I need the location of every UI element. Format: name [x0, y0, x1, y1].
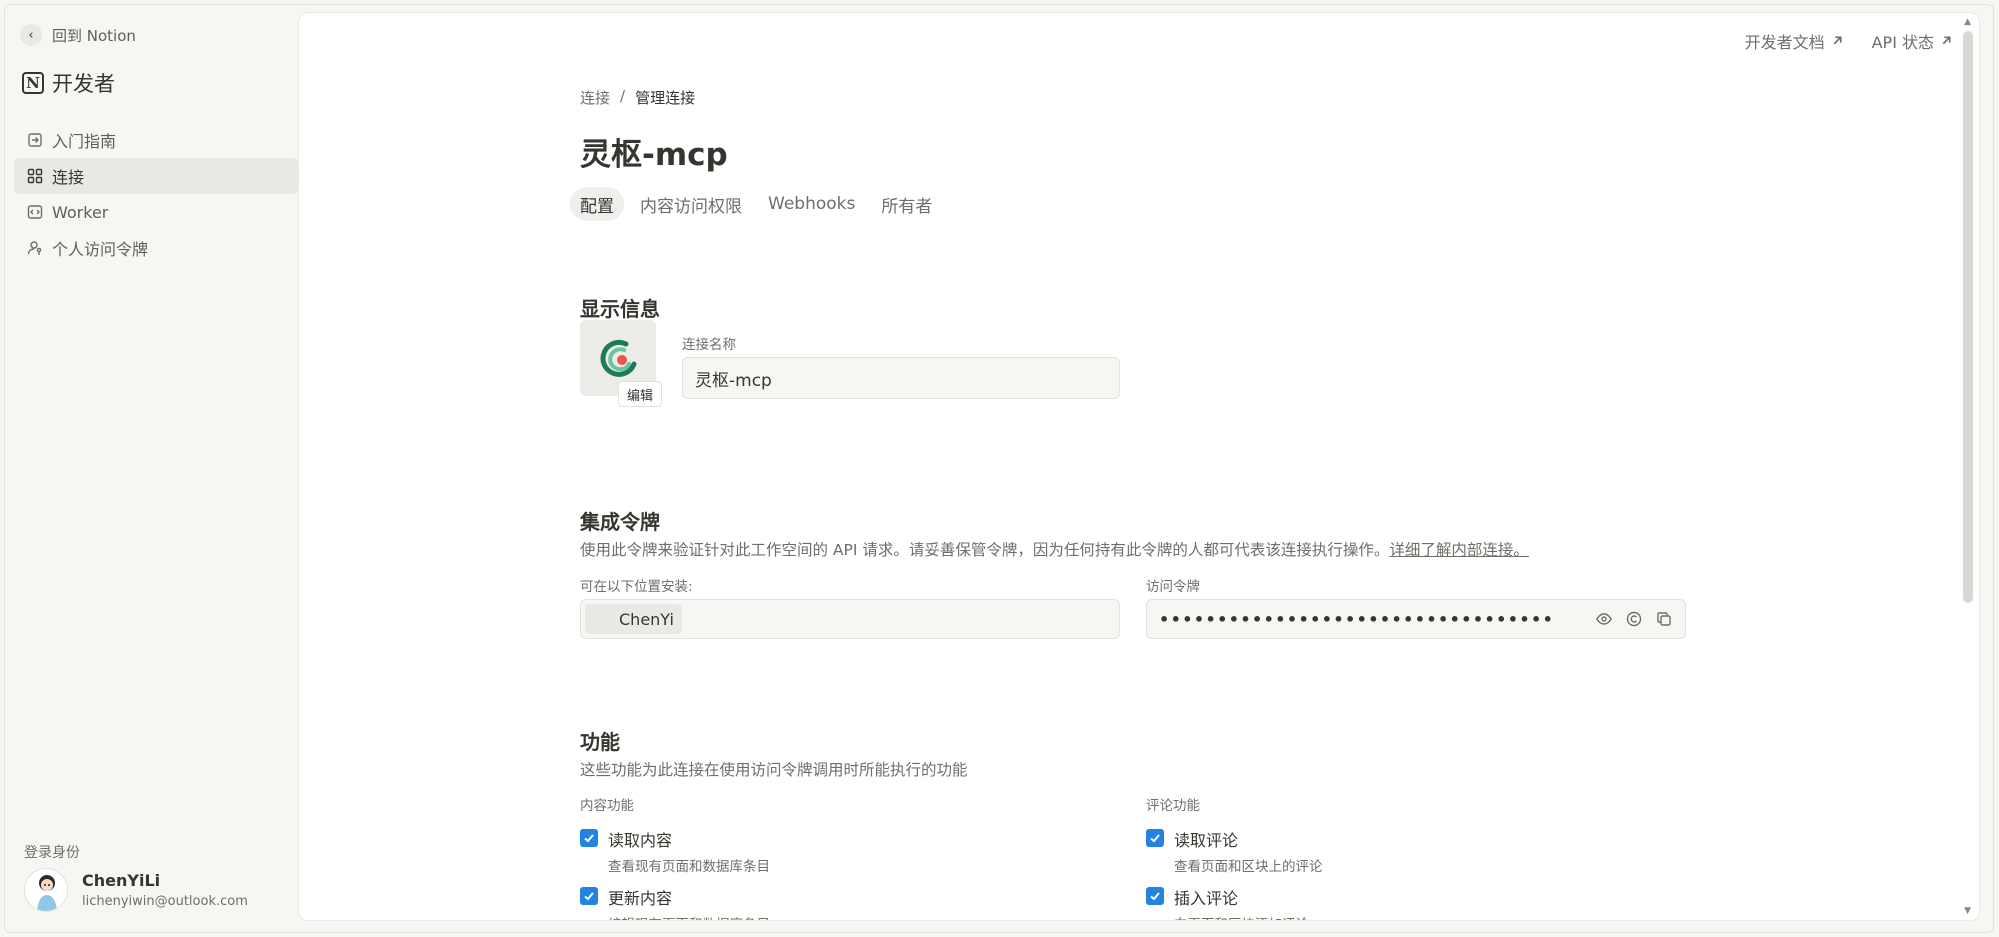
access-token-label: 访问令牌: [1146, 579, 1200, 595]
install-location-label: 可在以下位置安装:: [580, 579, 693, 595]
comment-capabilities-label: 评论功能: [1146, 798, 1200, 814]
tabs: 配置 内容访问权限 Webhooks 所有者: [570, 187, 942, 221]
developer-docs-link[interactable]: 开发者文档: [1745, 29, 1844, 53]
sidebar-item-label: 连接: [52, 168, 85, 187]
sidebar-item-getting-started[interactable]: 入门指南: [14, 122, 298, 158]
read-comments-checkbox[interactable]: [1146, 829, 1164, 847]
sidebar-nav: 入门指南 连接 Worker 个人访问令牌: [14, 122, 298, 266]
capability-read-comments: 读取评论 查看页面和区块上的评论: [1146, 827, 1323, 875]
brand-title: 开发者: [52, 72, 115, 96]
arrow-in-icon: [26, 131, 44, 149]
connection-name-input[interactable]: 灵枢-mcp: [682, 357, 1120, 399]
sidebar-item-connections[interactable]: 连接: [14, 158, 298, 194]
copy-token-icon[interactable]: [1655, 610, 1673, 628]
capability-sub: 查看页面和区块上的评论: [1174, 859, 1323, 875]
capability-sub: 编辑现有页面和数据库条目: [608, 913, 770, 920]
capability-read-content: 读取内容 查看现有页面和数据库条目: [580, 827, 770, 875]
sidebar: ‹ 回到 Notion N 开发者 入门指南 连接 Worker 个人访问令牌 …: [4, 4, 298, 933]
tab-configuration[interactable]: 配置: [570, 187, 624, 221]
breadcrumb-current: 管理连接: [635, 89, 696, 107]
breadcrumb-connections[interactable]: 连接: [580, 87, 610, 108]
capabilities-desc: 这些功能为此连接在使用访问令牌调用时所能执行的功能: [580, 761, 968, 779]
tab-content-access[interactable]: 内容访问权限: [630, 187, 752, 221]
update-content-checkbox[interactable]: [580, 887, 598, 905]
back-to-notion-link[interactable]: ‹ 回到 Notion: [20, 24, 136, 46]
integration-token-title: 集成令牌: [580, 510, 660, 534]
integration-token-desc: 使用此令牌来验证针对此工作空间的 API 请求。请妥善保管令牌，因为任何持有此令…: [580, 538, 1529, 560]
capability-insert-comments: 插入评论 向页面和区块添加评论: [1146, 885, 1309, 920]
tab-owners[interactable]: 所有者: [871, 187, 942, 221]
capability-label: 读取评论: [1174, 831, 1239, 850]
content-capabilities-label: 内容功能: [580, 798, 634, 814]
workspace-chip: ChenYi: [585, 604, 682, 634]
api-status-label: API 状态: [1871, 33, 1934, 52]
capability-update-content: 更新内容 编辑现有页面和数据库条目: [580, 885, 770, 920]
brand: N 开发者: [22, 68, 115, 98]
tab-webhooks[interactable]: Webhooks: [758, 187, 865, 221]
token-actions: [1595, 610, 1673, 628]
capabilities-title: 功能: [580, 730, 620, 754]
display-info-title: 显示信息: [580, 297, 660, 321]
person-key-icon: [26, 239, 44, 257]
avatar: [24, 868, 68, 912]
sidebar-item-label: Worker: [52, 202, 109, 222]
connection-name-label: 连接名称: [682, 337, 736, 353]
access-token-field[interactable]: ••••••••••••••••••••••••••••••••••: [1146, 599, 1686, 639]
edit-icon-button[interactable]: 编辑: [618, 381, 663, 407]
show-token-icon[interactable]: [1595, 610, 1613, 628]
connection-logo-icon: [600, 339, 637, 377]
grid-icon: [26, 167, 44, 185]
login-label: 登录身份: [24, 845, 80, 861]
notion-logo-icon: N: [22, 72, 44, 94]
user-profile[interactable]: ChenYiLi lichenyiwin@outlook.com: [24, 868, 248, 912]
sidebar-item-worker[interactable]: Worker: [14, 194, 298, 230]
main-panel: 开发者文档 API 状态 ▲ ▼ 连接 / 管理连接 灵枢-mcp 配置 内容访…: [298, 12, 1980, 921]
breadcrumb-separator: /: [620, 87, 626, 105]
user-name: ChenYiLi: [82, 871, 161, 890]
capability-sub: 向页面和区块添加评论: [1174, 913, 1309, 920]
sidebar-item-label: 个人访问令牌: [52, 240, 149, 259]
sidebar-item-personal-tokens[interactable]: 个人访问令牌: [14, 230, 298, 266]
user-email: lichenyiwin@outlook.com: [82, 894, 248, 909]
scroll-down-icon[interactable]: ▼: [1964, 906, 1971, 916]
capability-sub: 查看现有页面和数据库条目: [608, 859, 770, 875]
page-title: 灵枢-mcp: [580, 137, 728, 173]
token-desc-text: 使用此令牌来验证针对此工作空间的 API 请求。请妥善保管令牌，因为任何持有此令…: [580, 541, 1390, 559]
scrollbar-thumb[interactable]: [1963, 31, 1973, 603]
read-content-checkbox[interactable]: [580, 829, 598, 847]
chevron-left-icon: ‹: [20, 24, 42, 46]
code-icon: [26, 203, 44, 221]
api-status-link[interactable]: API 状态: [1872, 29, 1953, 53]
install-location-field[interactable]: ChenYi: [580, 599, 1120, 639]
sidebar-item-label: 入门指南: [52, 132, 117, 151]
back-label: 回到 Notion: [52, 26, 136, 45]
insert-comments-checkbox[interactable]: [1146, 887, 1164, 905]
learn-more-link[interactable]: 详细了解内部连接。: [1389, 541, 1529, 559]
header-links: 开发者文档 API 状态: [1745, 29, 1953, 53]
external-link-icon: [1940, 32, 1953, 51]
developer-docs-label: 开发者文档: [1744, 33, 1825, 52]
refresh-token-icon[interactable]: [1625, 610, 1643, 628]
capability-label: 读取内容: [608, 831, 673, 850]
access-token-value: ••••••••••••••••••••••••••••••••••: [1159, 609, 1555, 629]
capability-label: 更新内容: [608, 889, 673, 908]
breadcrumb: 连接 / 管理连接: [580, 87, 695, 108]
capability-label: 插入评论: [1174, 889, 1239, 908]
external-link-icon: [1831, 32, 1844, 51]
scroll-up-icon[interactable]: ▲: [1964, 17, 1971, 27]
